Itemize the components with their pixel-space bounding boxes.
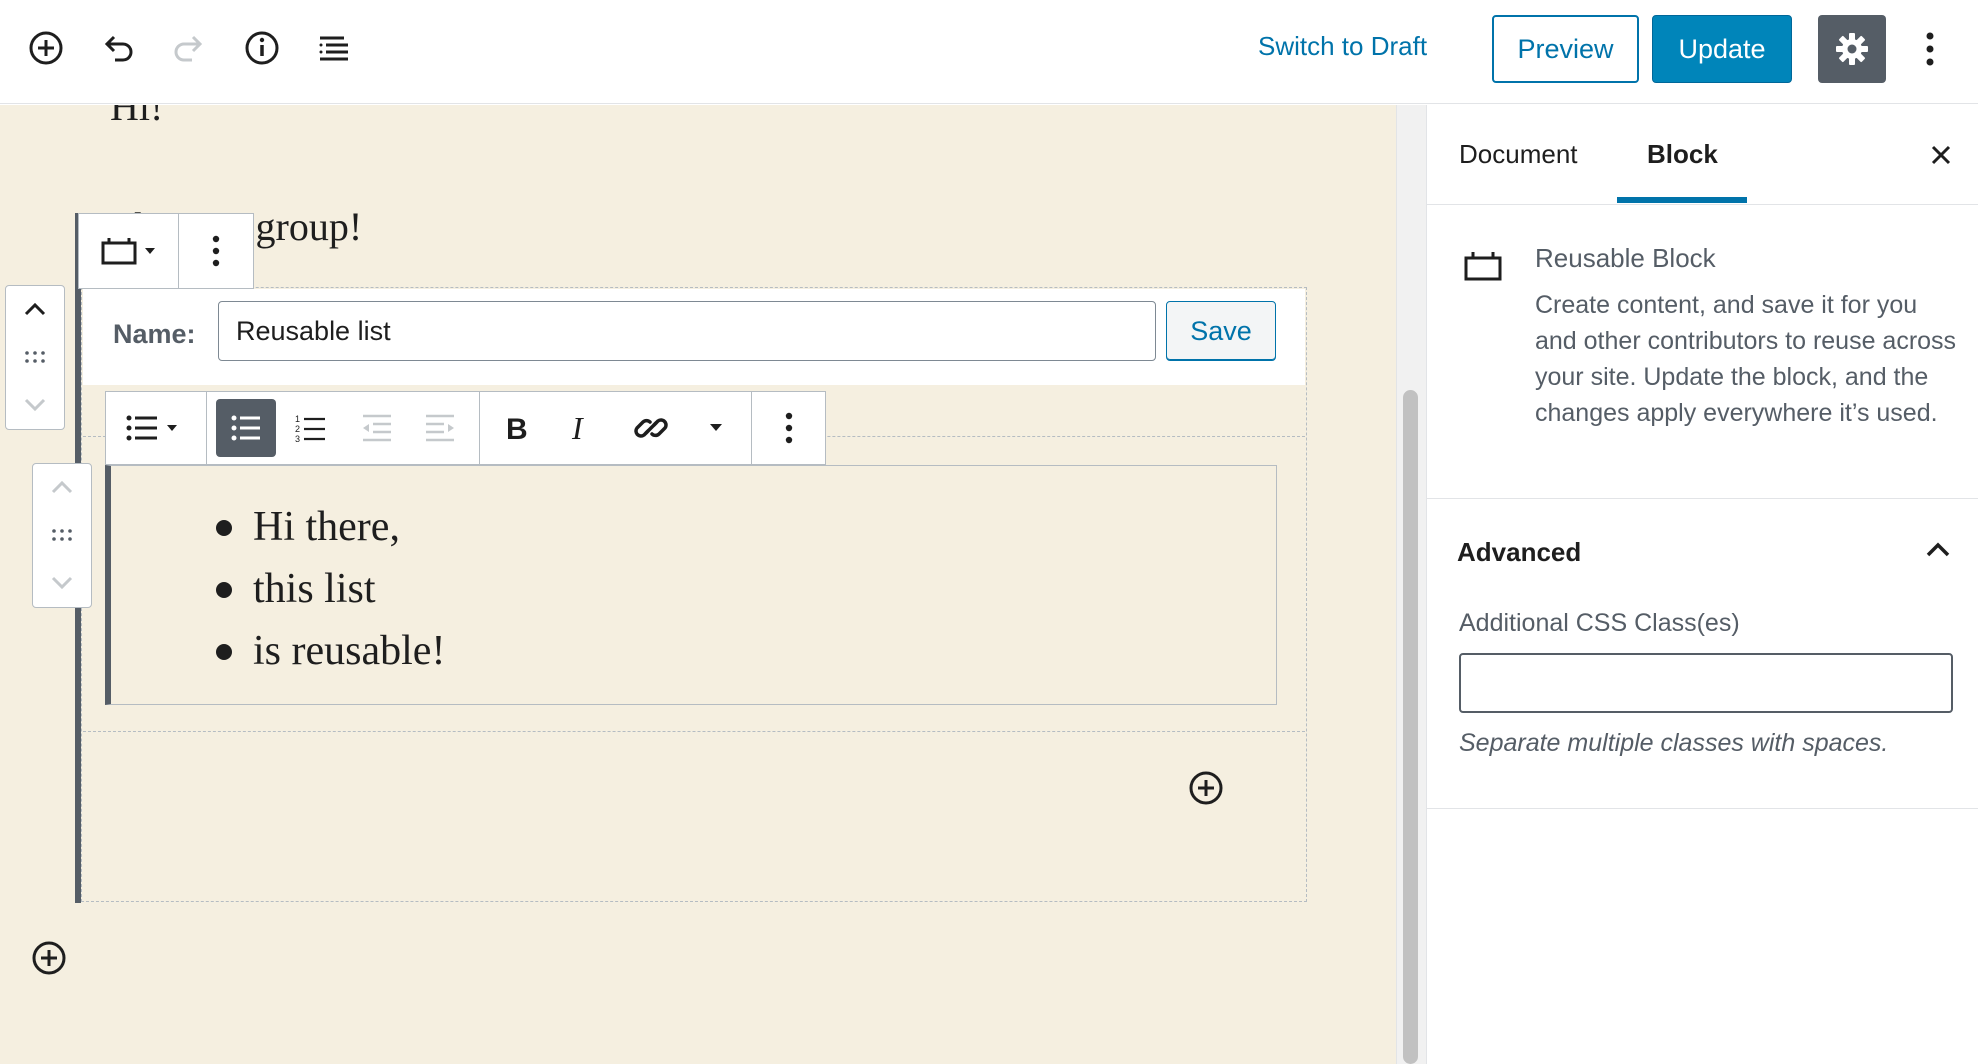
save-button[interactable]: Save [1166,301,1276,361]
undo-icon[interactable] [97,28,137,68]
more-rich-text-controls[interactable] [691,392,741,464]
paragraph-block[interactable]: Hi! [110,105,163,130]
drag-handle[interactable] [33,512,91,558]
move-down-button[interactable] [33,560,91,606]
italic-button[interactable]: I [551,392,611,464]
block-card-description: Create content, and save it for you and … [1535,291,1957,427]
editor-header: Switch to Draft Preview Update [0,0,1978,104]
close-sidebar-button[interactable] [1923,137,1959,173]
chevron-up-icon[interactable] [1923,535,1953,565]
outdent-icon [363,414,391,442]
editor-scrollbar-thumb[interactable] [1403,390,1418,1064]
more-vertical-icon [212,235,220,267]
chevron-up-icon [51,480,73,494]
indent-icon [426,414,454,442]
list-item[interactable]: Hi there, [215,496,445,558]
preview-button[interactable]: Preview [1492,15,1639,83]
list-more-options[interactable] [752,392,826,464]
italic-icon: I [571,412,584,444]
numbered-list-icon: 1 2 3 [295,414,325,444]
list-block[interactable]: Hi there, this list is reusable! [105,465,1277,705]
update-button[interactable]: Update [1652,15,1792,83]
link-button[interactable] [616,392,686,464]
drag-handle[interactable] [6,334,64,380]
svg-text:3: 3 [295,434,300,444]
inner-block-outline [83,731,1305,732]
list-block-switcher[interactable] [106,392,206,464]
inserter-button-bottom[interactable] [31,940,67,976]
reusable-block-icon [101,238,155,265]
svg-text:2: 2 [295,424,300,434]
move-up-button[interactable] [33,464,91,510]
settings-button[interactable] [1818,15,1886,83]
settings-sidebar: Document Block Reusable Block Create con… [1426,105,1978,1064]
add-block-icon[interactable] [26,28,66,68]
editor-canvas: Hi! This is a group! Name: Reusable list… [0,105,1396,1064]
name-label: Name: [113,319,196,349]
outdent-button[interactable] [346,392,406,464]
close-icon [1931,145,1951,165]
gear-icon [1836,33,1868,65]
css-class-label: Additional CSS Class(es) [1459,609,1740,637]
move-down-button[interactable] [6,382,64,428]
svg-text:1: 1 [295,414,300,424]
list-block-mover [32,463,92,608]
more-options-button[interactable] [1910,24,1950,74]
css-class-input[interactable] [1459,653,1953,713]
group-block-mover [5,285,65,430]
more-vertical-icon [1926,32,1934,66]
block-toolbar [78,213,254,289]
svg-text:B: B [506,413,528,443]
more-vertical-icon [785,412,793,444]
list-item[interactable]: is reusable! [215,620,445,682]
chevron-down-icon [24,398,46,412]
advanced-panel-toggle[interactable]: Advanced [1457,537,1581,568]
reusable-name-input[interactable]: Reusable list [218,301,1156,361]
drag-handle-icon [52,529,72,541]
block-card: Reusable Block Create content, and save … [1427,205,1978,499]
svg-text:I: I [571,412,584,444]
tab-document[interactable]: Document [1459,139,1578,170]
tab-block[interactable]: Block [1647,139,1718,170]
list-block-toolbar: 1 2 3 B I [105,391,826,465]
reusable-block-edit-panel: Name: Reusable list Save [83,289,1305,385]
block-card-title: Reusable Block [1535,243,1716,273]
sidebar-tabs: Document Block [1427,105,1978,205]
ordered-list-button[interactable]: 1 2 3 [281,392,341,464]
move-up-button[interactable] [6,286,64,332]
advanced-panel: Advanced Additional CSS Class(es) Separa… [1427,499,1978,809]
indent-button[interactable] [411,392,471,464]
block-more-options[interactable] [179,214,253,288]
bold-button[interactable]: B [486,392,546,464]
outline-icon[interactable] [314,28,354,68]
drag-handle-icon [25,351,45,363]
active-tab-indicator [1617,197,1747,203]
redo-icon[interactable] [170,28,210,68]
list-item[interactable]: this list [215,558,445,620]
add-block-icon [32,941,66,975]
block-switcher-button[interactable] [79,214,179,288]
css-class-help: Separate multiple classes with spaces. [1459,729,1889,757]
list-icon [126,415,177,441]
switch-to-draft-link[interactable]: Switch to Draft [1258,31,1427,62]
bulleted-list-icon [216,392,276,464]
chevron-down-icon [710,424,722,431]
chevron-down-icon [51,576,73,590]
bold-icon: B [506,413,528,443]
inserter-button-inline[interactable] [1188,770,1224,806]
reusable-block-icon [1464,252,1502,281]
chevron-up-icon [24,302,46,316]
link-icon [634,418,668,438]
bulleted-list: Hi there, this list is reusable! [215,496,445,682]
add-block-icon [1189,771,1223,805]
info-icon[interactable] [242,28,282,68]
